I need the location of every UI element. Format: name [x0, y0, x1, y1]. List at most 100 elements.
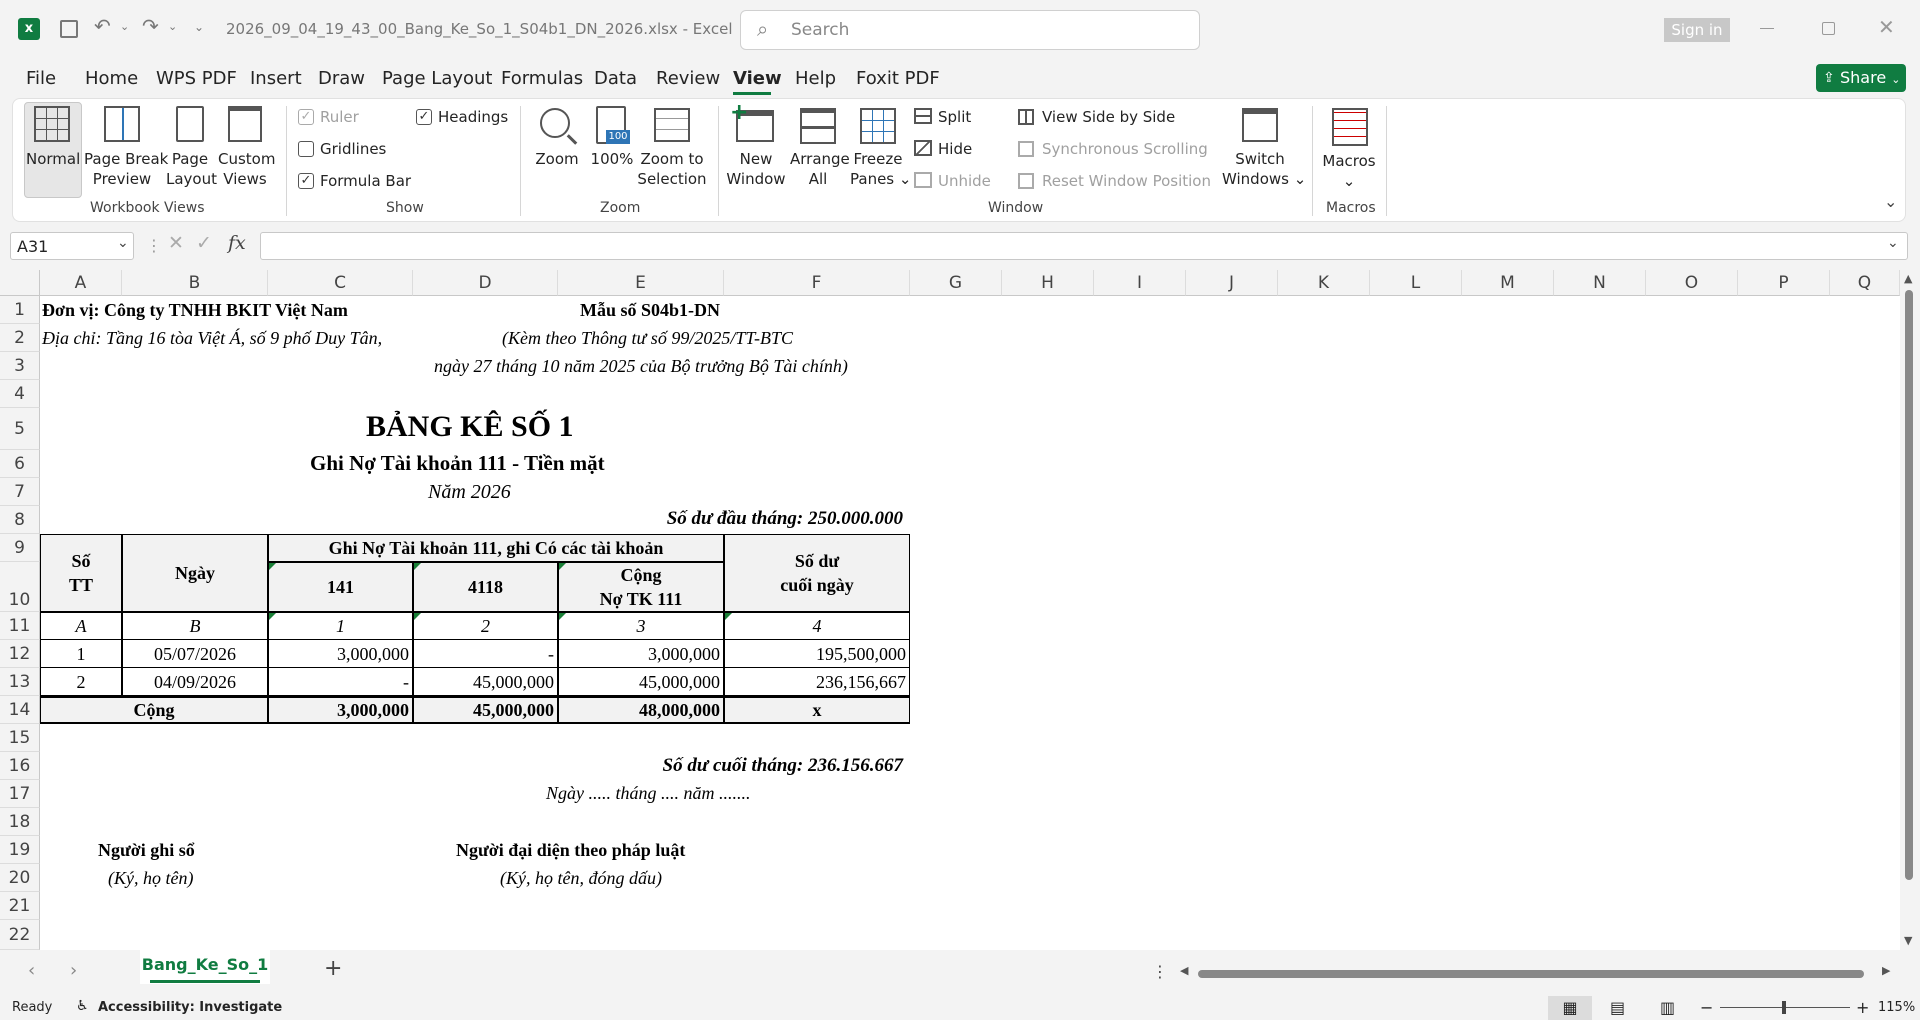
column-header[interactable]: O — [1646, 270, 1738, 296]
column-code[interactable]: 4 — [724, 612, 910, 640]
page-layout-button[interactable]: Page Layout — [166, 149, 217, 189]
table-cell[interactable]: - — [268, 668, 413, 696]
gridlines-checkbox[interactable] — [298, 141, 314, 157]
vertical-scrollbar[interactable]: ▲ ▼ — [1900, 270, 1920, 950]
row-header[interactable]: 1 — [0, 296, 40, 324]
header-stt[interactable]: Số TT — [40, 534, 122, 612]
zoom-out-icon[interactable]: − — [1700, 998, 1713, 1017]
row-header[interactable]: 17 — [0, 780, 40, 808]
redo-dropdown-icon[interactable]: ⌄ — [168, 20, 177, 33]
page-break-status-icon[interactable]: ▥ — [1660, 996, 1675, 1020]
total-label[interactable]: Cộng — [40, 696, 268, 724]
column-header[interactable]: Q — [1830, 270, 1900, 296]
zoom-button[interactable]: Zoom — [532, 149, 582, 169]
row-header[interactable]: 11 — [0, 612, 40, 640]
undo-dropdown-icon[interactable]: ⌄ — [120, 20, 129, 33]
menu-home[interactable]: Home — [85, 68, 138, 89]
row-header[interactable]: 20 — [0, 864, 40, 892]
row-header[interactable]: 10 — [0, 562, 40, 612]
column-header[interactable]: H — [1002, 270, 1094, 296]
header-credit-accounts[interactable]: Ghi Nợ Tài khoản 111, ghi Có các tài kho… — [268, 534, 724, 562]
column-header[interactable]: D — [413, 270, 558, 296]
zoom-100-button[interactable]: 100% — [588, 149, 636, 169]
prev-sheet-icon[interactable]: ‹ — [28, 960, 35, 981]
column-header[interactable]: I — [1094, 270, 1186, 296]
hide-button[interactable]: Hide — [938, 140, 972, 158]
table-cell[interactable]: 04/09/2026 — [122, 668, 268, 696]
search-box[interactable]: ⌕ Search — [740, 10, 1200, 50]
total-cell[interactable]: 48,000,000 — [558, 696, 724, 724]
new-window-button[interactable]: New Window — [726, 149, 786, 189]
table-cell[interactable]: 1 — [40, 640, 122, 668]
row-header[interactable]: 16 — [0, 752, 40, 780]
scroll-down-icon[interactable]: ▼ — [1904, 934, 1912, 947]
share-button[interactable]: ⇪ Share ⌄ — [1816, 64, 1906, 92]
row-header[interactable]: 18 — [0, 808, 40, 836]
horizontal-scroll-thumb[interactable] — [1198, 970, 1864, 978]
row-header[interactable]: 14 — [0, 696, 40, 724]
menu-insert[interactable]: Insert — [250, 68, 302, 89]
total-cell[interactable]: 3,000,000 — [268, 696, 413, 724]
column-code[interactable]: B — [122, 612, 268, 640]
menu-review[interactable]: Review — [656, 68, 720, 89]
collapse-ribbon-icon[interactable]: ⌄ — [1884, 192, 1897, 211]
column-header[interactable]: A — [40, 270, 122, 296]
row-header[interactable]: 6 — [0, 450, 40, 478]
menu-help[interactable]: Help — [795, 68, 836, 89]
vertical-scroll-thumb[interactable] — [1905, 290, 1913, 880]
column-header[interactable]: C — [268, 270, 413, 296]
formula-bar-checkbox[interactable]: ✓ — [298, 173, 314, 189]
next-sheet-icon[interactable]: › — [70, 960, 77, 981]
row-header[interactable]: 22 — [0, 920, 40, 950]
zoom-slider-thumb[interactable] — [1782, 1001, 1786, 1014]
row-header[interactable]: 3 — [0, 352, 40, 380]
name-box[interactable]: A31 ⌄ — [10, 232, 134, 260]
row-header[interactable]: 5 — [0, 408, 40, 450]
insert-function-icon[interactable]: fx — [228, 232, 246, 254]
column-header[interactable]: P — [1738, 270, 1830, 296]
header-daily-balance[interactable]: Số dư cuối ngày — [724, 534, 910, 612]
row-header[interactable]: 2 — [0, 324, 40, 352]
row-header[interactable]: 13 — [0, 668, 40, 696]
column-code[interactable]: 2 — [413, 612, 558, 640]
redo-icon[interactable]: ↷ — [142, 14, 159, 38]
row-header[interactable]: 7 — [0, 478, 40, 506]
scroll-right-icon[interactable]: ▶ — [1882, 964, 1890, 977]
table-cell[interactable]: 3,000,000 — [558, 640, 724, 668]
undo-icon[interactable]: ↶ — [94, 14, 111, 38]
macros-button[interactable]: Macros ⌄ — [1318, 151, 1380, 191]
column-header[interactable]: K — [1278, 270, 1370, 296]
column-header[interactable]: F — [724, 270, 910, 296]
header-account-141[interactable]: 141 — [268, 562, 413, 612]
sheet-tab-bang-ke-so-1[interactable]: Bang_Ke_So_1 — [140, 950, 270, 984]
table-cell[interactable]: 2 — [40, 668, 122, 696]
custom-views-button[interactable]: Custom Views — [218, 149, 275, 189]
table-cell[interactable]: 195,500,000 — [724, 640, 910, 668]
total-cell[interactable]: x — [724, 696, 910, 724]
page-layout-status-icon[interactable]: ▤ — [1610, 996, 1625, 1020]
row-header[interactable]: 8 — [0, 506, 40, 534]
menu-view[interactable]: View — [733, 68, 782, 89]
table-cell[interactable]: 45,000,000 — [413, 668, 558, 696]
select-all-corner[interactable] — [0, 270, 40, 296]
customize-qat-icon[interactable]: ⌄ — [194, 20, 204, 34]
freeze-panes-button[interactable]: Freeze Panes ⌄ — [850, 149, 911, 189]
column-header[interactable]: M — [1462, 270, 1554, 296]
row-header[interactable]: 9 — [0, 534, 40, 562]
menu-foxit-pdf[interactable]: Foxit PDF — [856, 68, 940, 89]
menu-draw[interactable]: Draw — [318, 68, 365, 89]
row-header[interactable]: 15 — [0, 724, 40, 752]
column-header[interactable]: N — [1554, 270, 1646, 296]
total-cell[interactable]: 45,000,000 — [413, 696, 558, 724]
headings-checkbox[interactable]: ✓ — [416, 109, 432, 125]
add-sheet-icon[interactable]: + — [324, 956, 342, 981]
restore-icon[interactable] — [1822, 22, 1835, 35]
row-header[interactable]: 12 — [0, 640, 40, 668]
page-break-preview-button[interactable]: Page Break Preview — [84, 149, 168, 189]
row-header[interactable]: 4 — [0, 380, 40, 408]
minimize-icon[interactable] — [1760, 28, 1774, 29]
enter-icon[interactable]: ✓ — [196, 232, 212, 254]
menu-data[interactable]: Data — [594, 68, 637, 89]
column-header[interactable]: G — [910, 270, 1002, 296]
scroll-left-icon[interactable]: ◀ — [1180, 964, 1188, 977]
